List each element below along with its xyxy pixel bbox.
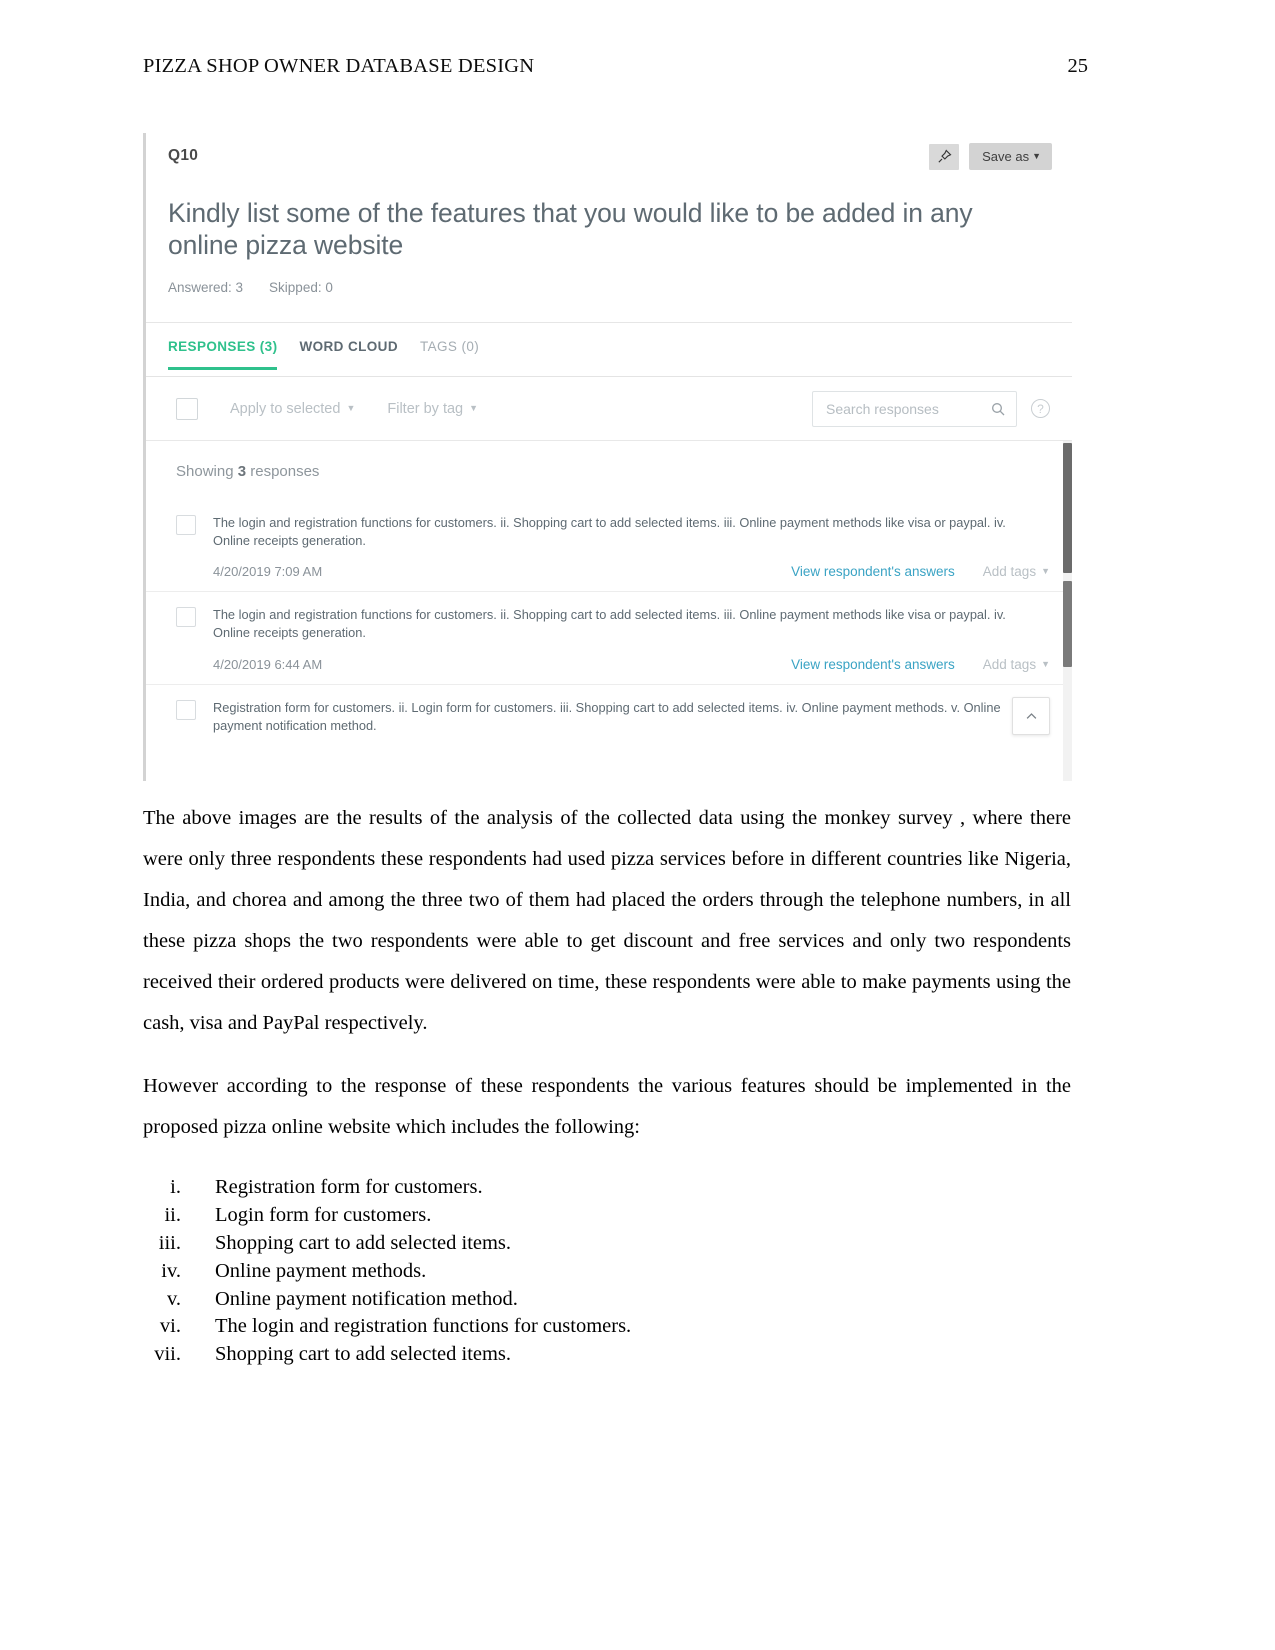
- embedded-survey-screenshot: Q10 Save as ▼ Kindly list some of the fe…: [143, 133, 1072, 781]
- response-text: Registration form for customers. ii. Log…: [213, 699, 1001, 733]
- response-item: Registration form for customers. ii. Log…: [146, 685, 1072, 747]
- tab-responses[interactable]: RESPONSES (3): [168, 339, 278, 370]
- response-text: The login and registration functions for…: [213, 515, 1006, 549]
- list-item: ii. Login form for customers.: [143, 1202, 1071, 1230]
- response-item: The login and registration functions for…: [146, 500, 1072, 593]
- question-number: Q10: [168, 147, 199, 164]
- view-respondent-answers-link[interactable]: View respondent's answers: [791, 564, 955, 579]
- list-numeral: iii.: [158, 1231, 181, 1254]
- response-counts: Answered: 3 Skipped: 0: [168, 280, 1050, 295]
- add-tags-dropdown[interactable]: Add tags ▼: [983, 564, 1050, 579]
- list-numeral: i.: [170, 1176, 181, 1198]
- showing-suffix: responses: [246, 463, 320, 480]
- responses-scrollbar[interactable]: [1063, 441, 1072, 781]
- question-header-actions: Save as ▼: [929, 143, 1052, 170]
- scrollbar-thumb[interactable]: [1063, 443, 1072, 573]
- list-text: Online payment methods.: [215, 1259, 427, 1282]
- responses-list: Showing 3 responses The login and regist…: [146, 441, 1072, 781]
- chevron-down-icon: ▼: [1041, 566, 1050, 577]
- list-numeral: vii.: [154, 1343, 181, 1366]
- save-as-label: Save as: [982, 149, 1030, 164]
- showing-prefix: Showing: [176, 463, 238, 480]
- select-all-checkbox[interactable]: [176, 397, 198, 420]
- search-input[interactable]: Search responses: [812, 390, 1017, 427]
- toolbar-right-group: Search responses ?: [812, 390, 1050, 427]
- chevron-down-icon: ▼: [346, 403, 356, 413]
- skipped-count: Skipped: 0: [269, 279, 333, 295]
- scrollbar-thumb-secondary[interactable]: [1063, 581, 1072, 667]
- apply-to-selected-dropdown[interactable]: Apply to selected ▼: [230, 401, 355, 417]
- showing-count: 3: [237, 463, 247, 480]
- search-placeholder: Search responses: [826, 400, 939, 417]
- list-text: Shopping cart to add selected items.: [215, 1343, 512, 1366]
- scroll-to-top-button[interactable]: [1012, 697, 1050, 735]
- list-text: Registration form for customers.: [215, 1176, 483, 1198]
- list-item: v. Online payment notification method.: [143, 1286, 1071, 1314]
- response-item: The login and registration functions for…: [146, 592, 1072, 685]
- response-checkbox[interactable]: [176, 515, 196, 535]
- chevron-up-icon: [1026, 712, 1036, 719]
- document-body: The above images are the results of the …: [143, 798, 1071, 1369]
- filter-by-tag-label: Filter by tag: [387, 400, 464, 417]
- list-item: vi. The login and registration functions…: [143, 1313, 1071, 1341]
- list-numeral: v.: [166, 1287, 181, 1310]
- list-numeral: iv.: [161, 1259, 181, 1282]
- list-item: vii. Shopping cart to add selected items…: [143, 1341, 1071, 1369]
- list-item: i. Registration form for customers.: [143, 1174, 1071, 1202]
- question-text: Kindly list some of the features that yo…: [168, 198, 973, 261]
- chevron-down-icon: ▼: [469, 403, 479, 413]
- showing-responses-label: Showing 3 responses: [146, 441, 1072, 500]
- help-icon[interactable]: ?: [1031, 399, 1050, 418]
- chevron-down-icon: ▼: [1041, 658, 1050, 669]
- feature-list: i. Registration form for customers. ii. …: [143, 1174, 1071, 1369]
- add-tags-label: Add tags: [982, 564, 1037, 580]
- list-numeral: vi.: [159, 1315, 181, 1338]
- answered-count: Answered: 3: [168, 279, 244, 295]
- list-text: Online payment notification method.: [215, 1287, 518, 1310]
- page-header: PIZZA SHOP OWNER DATABASE DESIGN 25: [143, 55, 1088, 78]
- add-tags-label: Add tags: [982, 656, 1037, 672]
- paragraph-features-intro: However according to the response of the…: [143, 1075, 1071, 1138]
- list-text: Login form for customers.: [215, 1203, 432, 1226]
- apply-to-selected-label: Apply to selected: [230, 400, 341, 417]
- search-icon: [992, 402, 1005, 415]
- tab-word-cloud[interactable]: WORD CLOUD: [299, 339, 398, 367]
- response-date: 4/20/2019 6:44 AM: [213, 656, 323, 672]
- chevron-down-icon: ▼: [1032, 151, 1041, 161]
- response-text: The login and registration functions for…: [213, 607, 1006, 641]
- list-numeral: ii.: [164, 1203, 181, 1226]
- list-text: Shopping cart to add selected items.: [215, 1231, 512, 1254]
- list-item: iv. Online payment methods.: [143, 1258, 1071, 1286]
- response-checkbox[interactable]: [176, 607, 196, 628]
- save-as-button[interactable]: Save as ▼: [969, 143, 1052, 170]
- tab-tags[interactable]: TAGS (0): [420, 339, 479, 367]
- paragraph-analysis-summary: The above images are the results of the …: [143, 807, 1071, 1034]
- question-header: Q10 Save as ▼ Kindly list some of the fe…: [146, 133, 1072, 323]
- response-checkbox[interactable]: [176, 699, 196, 720]
- response-date: 4/20/2019 7:09 AM: [213, 564, 323, 580]
- view-respondent-answers-link[interactable]: View respondent's answers: [791, 657, 955, 672]
- add-tags-dropdown[interactable]: Add tags ▼: [983, 657, 1050, 672]
- responses-toolbar: Apply to selected ▼ Filter by tag ▼ Sear…: [146, 377, 1072, 441]
- pin-icon[interactable]: [929, 143, 960, 170]
- list-item: iii. Shopping cart to add selected items…: [143, 1230, 1071, 1258]
- page-number: 25: [1067, 55, 1089, 77]
- document-header-title: PIZZA SHOP OWNER DATABASE DESIGN: [143, 55, 535, 77]
- result-tabs: RESPONSES (3) WORD CLOUD TAGS (0): [146, 323, 1072, 377]
- list-text: The login and registration functions for…: [215, 1315, 632, 1338]
- filter-by-tag-dropdown[interactable]: Filter by tag ▼: [387, 401, 478, 417]
